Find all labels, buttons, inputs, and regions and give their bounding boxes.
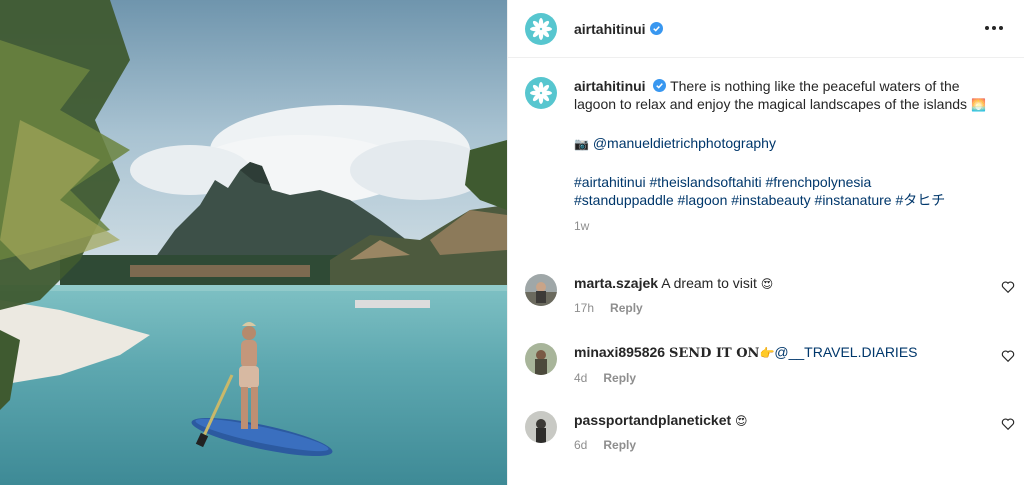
post-details-panel: airtahitinui airtahitinui There is nothi…: [507, 0, 1024, 485]
pointing-hand-emoji: 👉: [759, 346, 775, 360]
avatar[interactable]: [525, 343, 557, 375]
post-age[interactable]: 1w: [574, 217, 994, 235]
comment-text-line: passportandplaneticket 😍: [574, 411, 1015, 430]
comment-meta: 6d Reply: [574, 438, 1015, 452]
author-avatar[interactable]: [525, 12, 557, 45]
caption-body: airtahitinui There is nothing like the p…: [574, 77, 994, 235]
heart-icon[interactable]: [1001, 417, 1015, 431]
comment-body: passportandplaneticket 😍 6d Reply: [574, 411, 1015, 452]
heart-eyes-emoji: 😍: [735, 414, 748, 428]
more-options-icon[interactable]: [982, 18, 1006, 38]
mention-link[interactable]: @__TRAVEL.DIARIES: [774, 344, 917, 360]
caption-author-avatar[interactable]: [525, 77, 557, 109]
comment-text: A dream to visit: [661, 275, 757, 291]
author-username[interactable]: airtahitinui: [574, 21, 646, 37]
heart-icon[interactable]: [1001, 349, 1015, 363]
comment-username[interactable]: minaxi895826: [574, 344, 665, 360]
sunrise-emoji: 🌅: [970, 98, 986, 112]
reply-button[interactable]: Reply: [603, 438, 636, 452]
heart-icon[interactable]: [1001, 280, 1015, 294]
comment-meta: 17h Reply: [574, 301, 1015, 315]
comment-username[interactable]: passportandplaneticket: [574, 412, 731, 428]
comment-meta: 4d Reply: [574, 371, 1015, 385]
reply-button[interactable]: Reply: [603, 371, 636, 385]
avatar[interactable]: [525, 274, 557, 306]
post-caption: airtahitinui There is nothing like the p…: [525, 77, 1005, 235]
comment-text: SEND IT ON: [668, 346, 760, 361]
photo-credit-line: 📷 @manueldietrichphotography: [574, 134, 994, 153]
comment-age[interactable]: 4d: [574, 371, 587, 385]
caption-author-username[interactable]: airtahitinui: [574, 78, 646, 94]
avatar-image: [525, 411, 557, 443]
avatar-image: [525, 343, 557, 375]
comment-username[interactable]: marta.szajek: [574, 275, 658, 291]
flower-logo-icon: [530, 17, 552, 40]
avatar[interactable]: [525, 411, 557, 443]
hashtags-line-2[interactable]: #standuppaddle #lagoon #instabeauty #ins…: [574, 191, 994, 209]
verified-badge-icon: [649, 22, 663, 35]
reply-button[interactable]: Reply: [610, 301, 643, 315]
comment-text-line: minaxi895826 SEND IT ON👉@__TRAVEL.DIARIE…: [574, 343, 1015, 363]
comment-item: passportandplaneticket 😍 6d Reply: [525, 411, 1015, 452]
caption-paragraph: airtahitinui There is nothing like the p…: [574, 77, 994, 114]
post-view: airtahitinui airtahitinui There is nothi…: [0, 0, 1024, 485]
comment-item: marta.szajek A dream to visit 😍 17h Repl…: [525, 274, 1015, 315]
flower-logo-icon: [530, 82, 552, 104]
hashtags: #airtahitinui #theislandsoftahiti #frenc…: [574, 173, 994, 209]
comment-text-line: marta.szajek A dream to visit 😍: [574, 274, 1015, 293]
photo-credit-link[interactable]: @manueldietrichphotography: [593, 135, 776, 151]
comment-body: marta.szajek A dream to visit 😍 17h Repl…: [574, 274, 1015, 315]
heart-eyes-emoji: 😍: [760, 277, 774, 291]
lagoon-paddleboard-image: [0, 0, 507, 485]
comment-age[interactable]: 6d: [574, 438, 587, 452]
comment-item: minaxi895826 SEND IT ON👉@__TRAVEL.DIARIE…: [525, 343, 1015, 385]
avatar-image: [525, 274, 557, 306]
hashtags-line-1[interactable]: #airtahitinui #theislandsoftahiti #frenc…: [574, 173, 994, 191]
camera-icon: 📷: [574, 137, 589, 151]
post-header: airtahitinui: [508, 0, 1024, 58]
verified-badge-icon: [653, 79, 667, 92]
comment-body: minaxi895826 SEND IT ON👉@__TRAVEL.DIARIE…: [574, 343, 1015, 385]
comment-age[interactable]: 17h: [574, 301, 594, 315]
post-photo[interactable]: [0, 0, 507, 485]
